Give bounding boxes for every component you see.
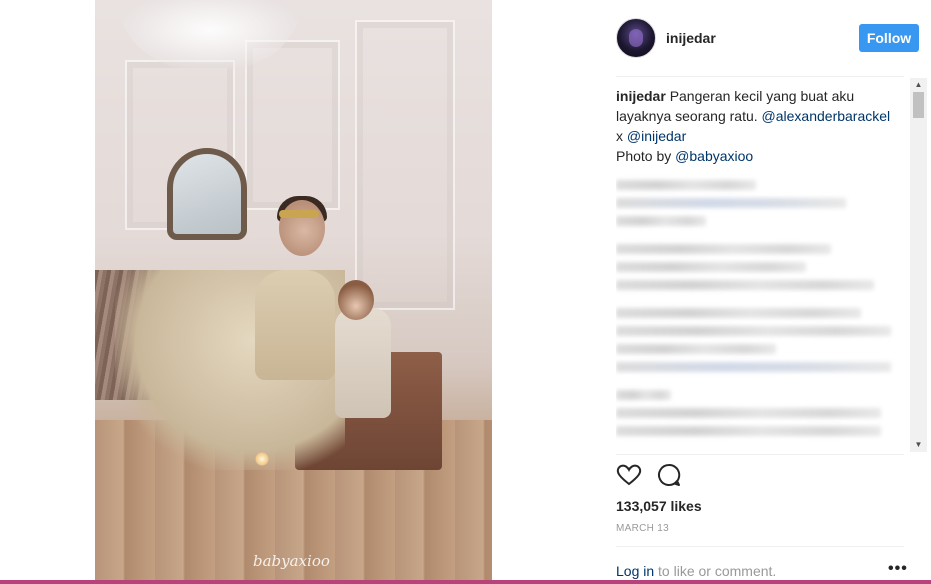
- blurred-comment: [616, 390, 671, 400]
- tiara: [279, 210, 319, 218]
- comments-list[interactable]: inijedar Pangeran kecil yang buat aku la…: [616, 86, 906, 454]
- blurred-comment: [616, 244, 831, 254]
- scroll-up-arrow-icon[interactable]: ▲: [910, 78, 927, 92]
- post-side-panel: inijedar Follow inijedar Pangeran kecil …: [600, 0, 920, 584]
- blurred-comment: [616, 344, 776, 354]
- blurred-comment: [616, 280, 874, 290]
- bottom-accent-bar: [0, 580, 931, 584]
- caption-username[interactable]: inijedar: [616, 88, 666, 104]
- post-photo[interactable]: babyaxioo: [95, 0, 492, 584]
- caption: inijedar Pangeran kecil yang buat aku la…: [616, 86, 892, 166]
- mirror: [167, 148, 247, 240]
- blurred-comment: [616, 426, 881, 436]
- blurred-comment: [616, 216, 706, 226]
- candle: [255, 452, 269, 466]
- woman-face: [279, 200, 325, 256]
- wall-panel: [245, 40, 340, 210]
- blurred-comment: [616, 262, 806, 272]
- woman-figure: [255, 270, 335, 380]
- photo-watermark: babyaxioo: [253, 552, 330, 570]
- wall-panel: [355, 20, 455, 310]
- divider: [616, 76, 904, 77]
- username-link[interactable]: inijedar: [666, 30, 716, 46]
- scroll-down-arrow-icon[interactable]: ▼: [910, 438, 927, 452]
- blurred-comment: [616, 308, 861, 318]
- comments-scrollbar[interactable]: ▲ ▼: [910, 78, 927, 452]
- boy-figure: [335, 308, 391, 418]
- avatar[interactable]: [616, 18, 656, 58]
- caption-text: x: [616, 128, 623, 144]
- mention-link[interactable]: @babyaxioo: [675, 148, 753, 164]
- boy-face: [338, 280, 374, 320]
- caption-text: Photo by: [616, 148, 672, 164]
- post-header: inijedar Follow: [616, 18, 919, 60]
- blurred-comment: [616, 180, 756, 190]
- blurred-comment: [616, 326, 891, 336]
- mention-link[interactable]: @alexanderbarackel: [762, 108, 891, 124]
- blurred-comment: [616, 408, 881, 418]
- scroll-thumb[interactable]: [913, 92, 924, 118]
- blurred-comment: [616, 362, 891, 372]
- mention-link[interactable]: @inijedar: [627, 128, 686, 144]
- blurred-comment: [616, 198, 846, 208]
- follow-button[interactable]: Follow: [859, 24, 919, 52]
